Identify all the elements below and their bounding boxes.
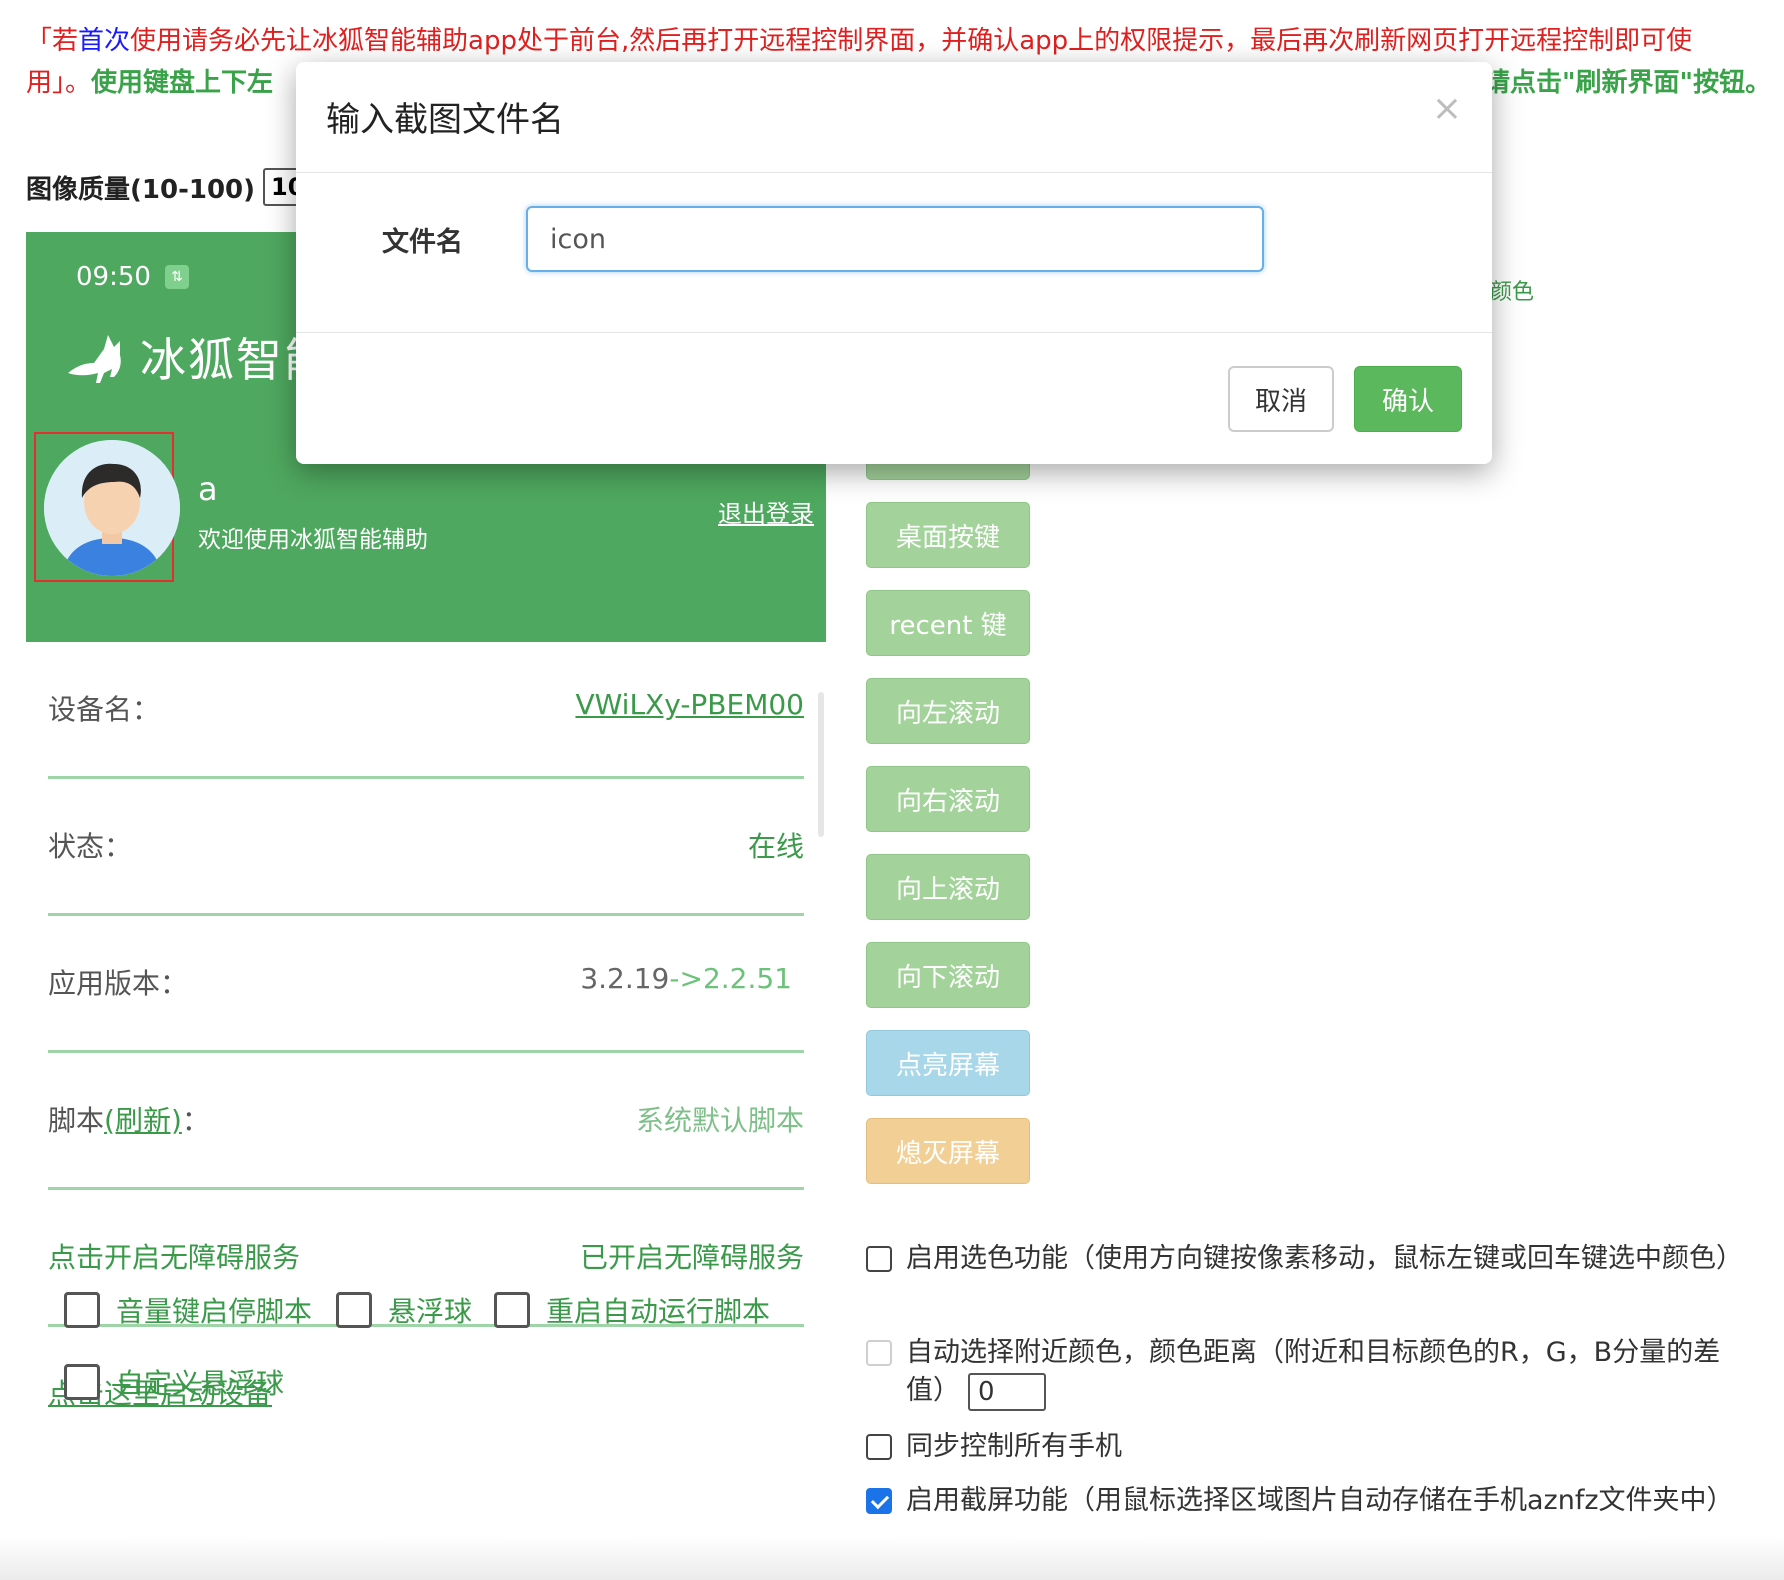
- recent-key-button[interactable]: recent 键: [866, 590, 1030, 656]
- scroll-left-button[interactable]: 向左滚动: [866, 678, 1030, 744]
- script-value[interactable]: 系统默认脚本: [636, 1099, 804, 1139]
- data-transfer-icon: ⇅: [164, 265, 189, 289]
- logout-link[interactable]: 退出登录: [718, 494, 814, 529]
- app-version-row: 应用版本： 3.2.19->2.2.51: [48, 916, 804, 1053]
- script-row: 脚本(刷新)： 系统默认脚本: [48, 1053, 804, 1190]
- checkbox-box[interactable]: [494, 1292, 530, 1328]
- status-label: 状态：: [48, 830, 133, 863]
- checkbox-auto-run[interactable]: 重启自动运行脚本: [494, 1290, 770, 1330]
- app-version-value: 3.2.19->2.2.51: [580, 962, 792, 995]
- quality-label: 图像质量(10-100): [26, 174, 256, 205]
- status-bar: 09:50 ⇅: [76, 262, 189, 292]
- status-time: 09:50: [76, 262, 151, 292]
- close-icon[interactable]: ×: [1432, 88, 1462, 129]
- status-row: 状态： 在线: [48, 779, 804, 916]
- screenshot-checkbox[interactable]: [866, 1488, 892, 1514]
- filename-input[interactable]: [526, 206, 1264, 272]
- checkbox-custom-float[interactable]: 自定义悬浮球: [64, 1362, 284, 1402]
- notice-keyboard: 使用键盘上下左: [91, 68, 274, 98]
- status-value: 在线: [747, 830, 804, 863]
- checkbox-volume-key[interactable]: 音量键启停脚本: [64, 1290, 312, 1330]
- accessibility-status: 已开启无障碍服务: [579, 1241, 804, 1274]
- bottom-shadow: [0, 1536, 1784, 1580]
- checkbox-label: 重启自动运行脚本: [546, 1295, 771, 1328]
- screenshot-label: 启用截屏功能（用鼠标选择区域图片自动存储在手机aznfz文件夹中）: [906, 1485, 1734, 1516]
- enable-accessibility-link[interactable]: 点击开启无障碍服务: [48, 1236, 300, 1276]
- screen-off-button[interactable]: 熄灭屏幕: [866, 1118, 1030, 1184]
- home-key-button[interactable]: 桌面按键: [866, 502, 1030, 568]
- cancel-button[interactable]: 取消: [1228, 366, 1334, 432]
- avatar: [44, 440, 180, 576]
- confirm-button[interactable]: 确认: [1354, 366, 1462, 432]
- script-refresh-link[interactable]: (刷新): [104, 1104, 182, 1137]
- device-name-value[interactable]: VWiLXy-PBEM00: [575, 688, 804, 721]
- brand: 冰狐智能: [64, 324, 332, 390]
- dialog-divider: [296, 332, 1492, 333]
- notice-part1: 「若: [26, 26, 79, 56]
- checkbox-label: 悬浮球: [388, 1295, 473, 1328]
- script-label: 脚本(刷新)：: [48, 1099, 210, 1139]
- option-pick-color[interactable]: 启用选色功能（使用方向键按像素移动，鼠标左键或回车键选中颜色）: [866, 1240, 1743, 1278]
- avatar-frame[interactable]: [34, 432, 180, 582]
- phone-scrollbar[interactable]: [818, 692, 824, 837]
- fox-logo-icon: [68, 335, 121, 383]
- pick-color-checkbox[interactable]: [866, 1246, 892, 1272]
- device-name-label: 设备名：: [48, 693, 161, 726]
- notice-first-time: 首次: [78, 26, 131, 56]
- option-screenshot[interactable]: 启用截屏功能（用鼠标选择区域图片自动存储在手机aznfz文件夹中）: [866, 1482, 1736, 1520]
- sync-label: 同步控制所有手机: [906, 1431, 1122, 1462]
- user-name: a: [198, 470, 218, 508]
- checkbox-box[interactable]: [64, 1364, 100, 1400]
- sync-checkbox[interactable]: [866, 1434, 892, 1460]
- dialog-title: 输入截图文件名: [326, 100, 564, 140]
- app-version-old: 3.2.19: [580, 962, 670, 995]
- auto-near-checkbox[interactable]: [866, 1340, 892, 1366]
- notice-refresh-hint: 请点击"刷新界面"按钮。: [1484, 68, 1772, 98]
- script-label-text: 脚本: [48, 1104, 105, 1137]
- welcome-text: 欢迎使用冰狐智能辅助: [198, 527, 428, 553]
- checkbox-label: 自定义悬浮球: [116, 1367, 285, 1400]
- checkbox-box[interactable]: [64, 1292, 100, 1328]
- distance-input[interactable]: 0: [968, 1372, 1046, 1411]
- script-label-colon: ：: [181, 1104, 210, 1137]
- user-avatar-icon: [44, 440, 180, 576]
- scroll-right-button[interactable]: 向右滚动: [866, 766, 1030, 832]
- filename-dialog: 输入截图文件名 × 文件名 取消 确认: [296, 62, 1492, 464]
- option-auto-near[interactable]: 自动选择附近颜色，颜色距离（附近和目标颜色的R，G，B分量的差值） 0: [866, 1334, 1736, 1411]
- device-name-row: 设备名： VWiLXy-PBEM00: [48, 642, 804, 779]
- checkbox-box[interactable]: [336, 1292, 372, 1328]
- checkbox-float-ball[interactable]: 悬浮球: [336, 1290, 472, 1330]
- dialog-divider: [296, 172, 1492, 173]
- app-version-label: 应用版本：: [48, 967, 189, 1000]
- scroll-up-button[interactable]: 向上滚动: [866, 854, 1030, 920]
- checkbox-label: 音量键启停脚本: [116, 1295, 313, 1328]
- app-version-new: ->2.2.51: [669, 962, 792, 995]
- quality-row: 图像质量(10-100): [26, 168, 334, 206]
- auto-near-text: 自动选择附近颜色，颜色距离（附近和目标颜色的R，G，B分量的差值） 0: [906, 1334, 1736, 1411]
- screen-on-button[interactable]: 点亮屏幕: [866, 1030, 1030, 1096]
- option-sync[interactable]: 同步控制所有手机: [866, 1428, 1736, 1466]
- color-fragment-label: 颜色: [1490, 280, 1535, 305]
- scroll-down-button[interactable]: 向下滚动: [866, 942, 1030, 1008]
- filename-label: 文件名: [382, 227, 463, 258]
- device-info-list: 设备名： VWiLXy-PBEM00 状态： 在线 应用版本： 3.2.19->…: [48, 642, 804, 1327]
- pick-color-label: 启用选色功能（使用方向键按像素移动，鼠标左键或回车键选中颜色）: [906, 1243, 1743, 1274]
